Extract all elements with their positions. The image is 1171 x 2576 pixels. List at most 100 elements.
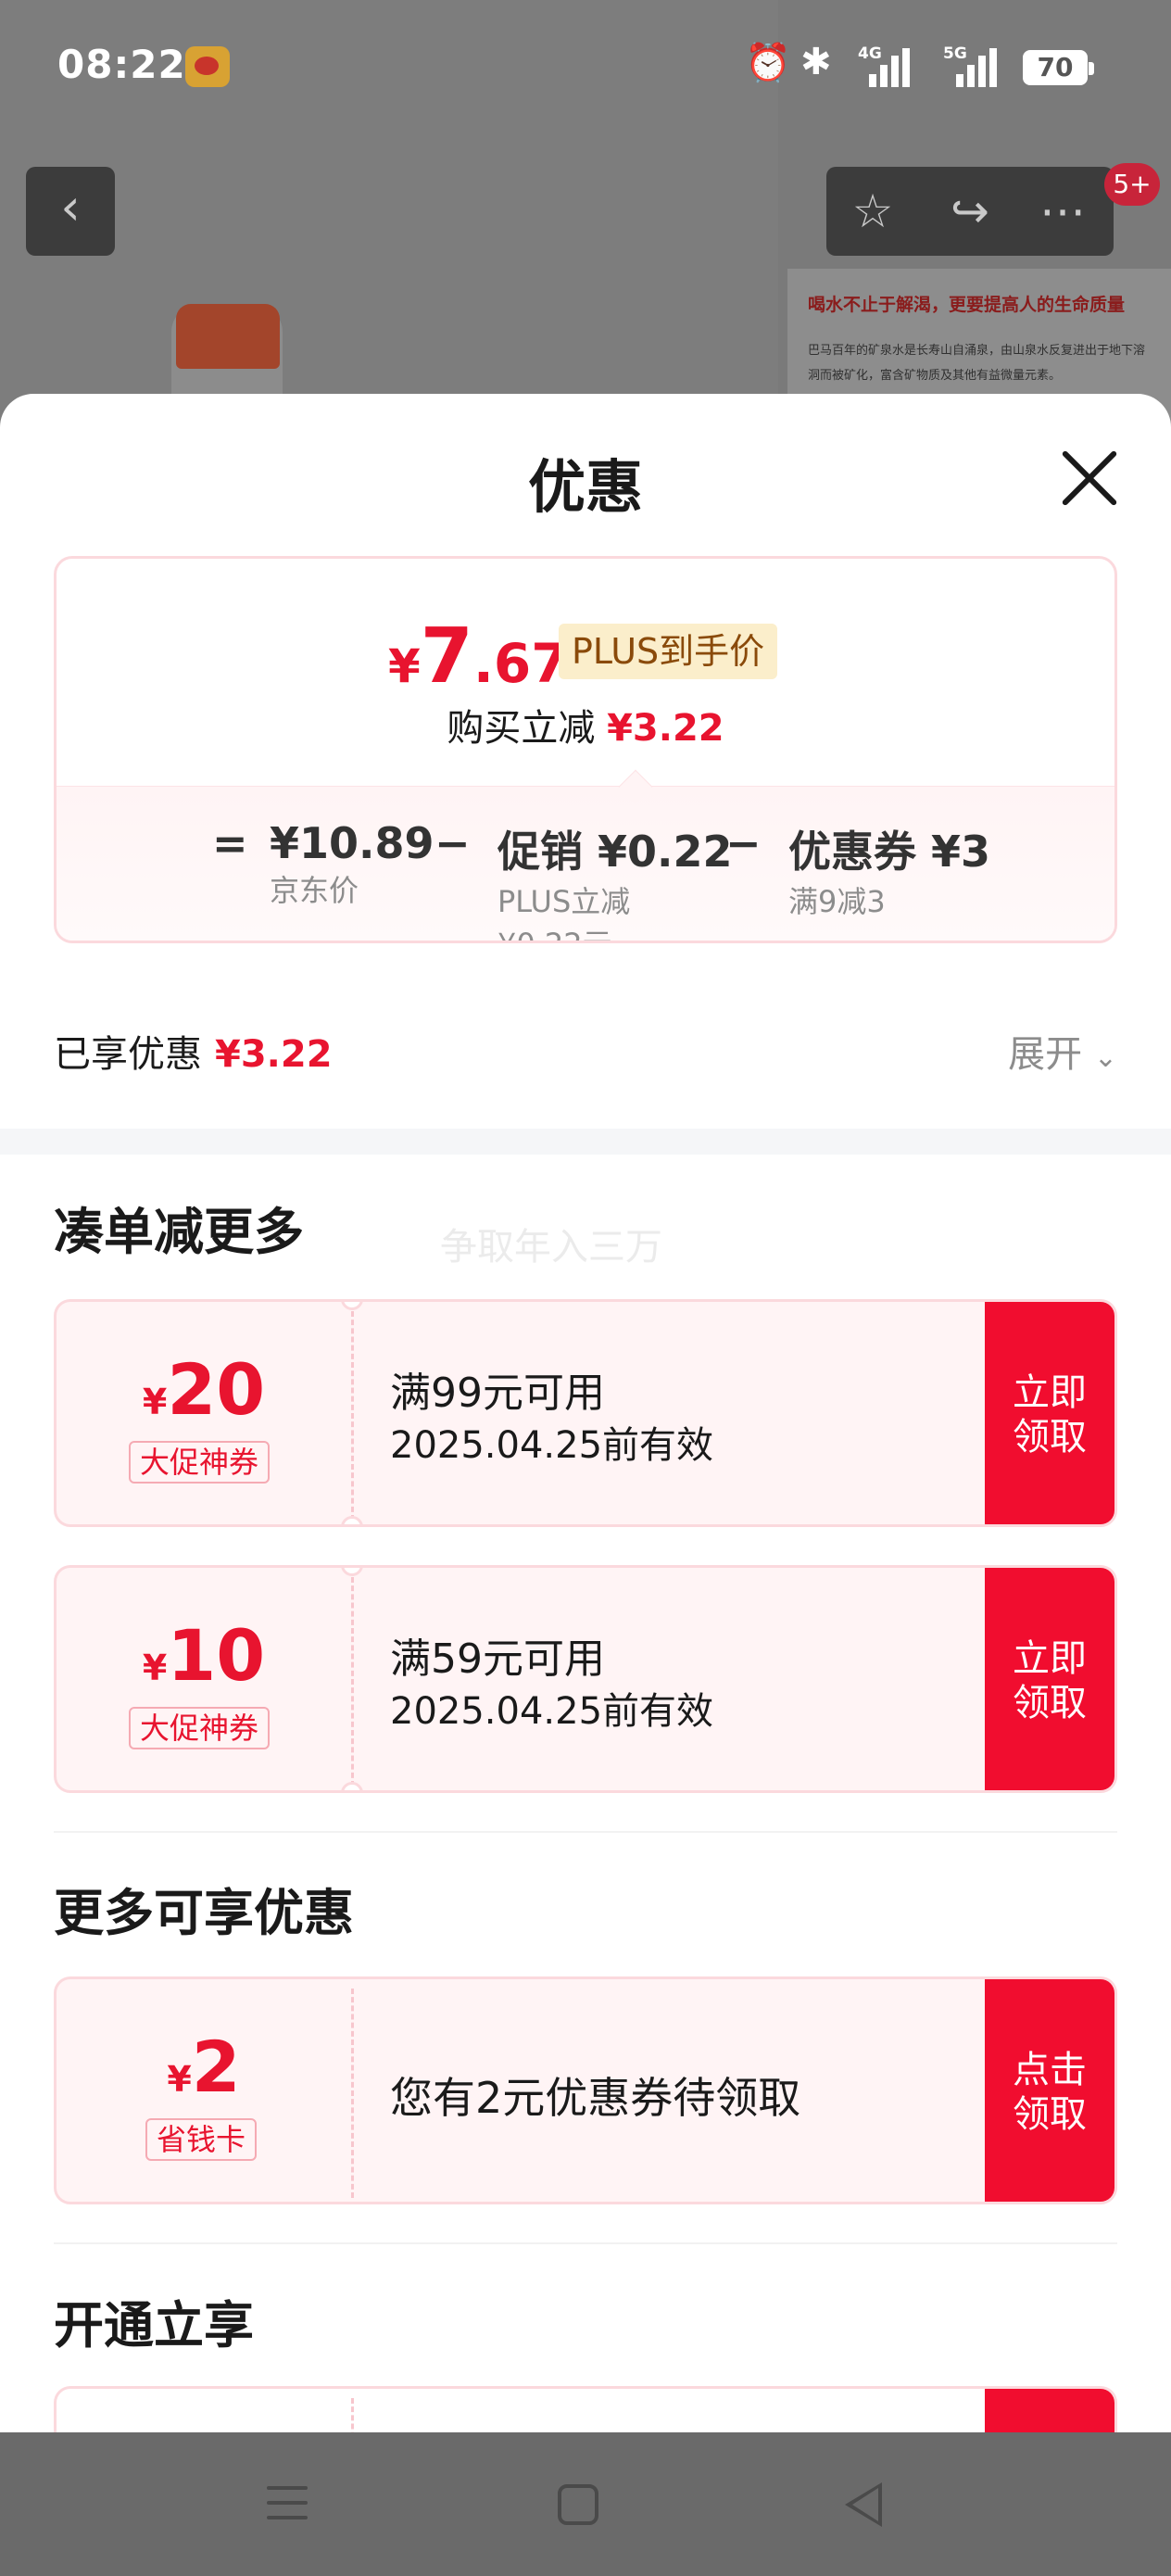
signal-5g-icon: [951, 48, 997, 87]
formula-jd-price: ¥10.89 京东价: [270, 818, 434, 911]
final-price-integer: 7: [420, 612, 473, 701]
plus-price-tag: PLUS到手价: [559, 624, 778, 679]
coupon-amount-value: 20: [167, 1348, 266, 1431]
click-claim-button[interactable]: 点击 领取: [985, 1979, 1114, 2202]
formula-minus-2: −: [725, 818, 762, 868]
claim-label-2: 领取: [1013, 1682, 1087, 1724]
coupon-condition: 满59元可用: [390, 1635, 605, 1683]
membership-card-partial: [54, 2386, 1117, 2432]
ad-title: 喝水不止于解渴，更要提高人的生命质量: [808, 295, 1126, 315]
watermark-text: 争取年入三万: [440, 1226, 662, 1269]
status-time: 08:22: [57, 42, 186, 87]
status-bar: 08:22 ⏰ ✱ 4G 5G 70: [0, 0, 1171, 139]
coupon-type-badge: 大促神券: [129, 1707, 271, 1749]
coupon-type-badge: 大促神券: [129, 1441, 271, 1484]
claim-now-button[interactable]: 立即 领取: [985, 1302, 1114, 1524]
recent-apps-icon[interactable]: [259, 2479, 315, 2531]
section-title-combine: 凑单减更多: [54, 1203, 304, 1261]
final-price: ¥7.67: [388, 612, 569, 701]
coupon-card: ¥10 大促神券 满59元可用 2025.04.25前有效 立即 领取: [54, 1565, 1117, 1793]
coupon-condition: 满99元可用: [390, 1370, 605, 1417]
final-price-currency: ¥: [388, 639, 421, 693]
coupon-currency: ¥: [142, 1648, 168, 1688]
coupon-amount-value: 10: [167, 1614, 266, 1697]
claim-now-button[interactable]: 立即 领取: [985, 1568, 1114, 1790]
share-icon[interactable]: ↪: [924, 167, 1016, 256]
saving-card-coupon: ¥2 省钱卡 您有2元优惠券待领取 点击 领取: [54, 1976, 1117, 2204]
message-badge: 5+: [1104, 163, 1160, 206]
formula-coupon: 优惠券 ¥3 满9减3: [788, 818, 990, 922]
direct-cut-label: 购买立减: [447, 707, 596, 750]
coupon-separator: [351, 2398, 354, 2432]
more-icon[interactable]: ⋯: [1016, 167, 1109, 256]
direct-cut-value: ¥3.22: [607, 707, 724, 750]
coupon-label: 满9减3: [788, 884, 886, 919]
bluetooth-icon: ✱: [800, 41, 832, 83]
jd-price-value: ¥10.89: [270, 818, 434, 868]
coupon-separator: [351, 1311, 354, 1521]
back-triangle-icon[interactable]: [845, 2482, 882, 2527]
promotion-label: PLUS立减: [497, 884, 631, 919]
direct-cut-line: 购买立减 ¥3.22: [57, 698, 1114, 751]
coupon-amount: ¥10: [57, 1614, 351, 1697]
section-divider: [0, 1129, 1171, 1155]
claim-label-2: 领取: [1013, 1416, 1087, 1458]
formula-equals: =: [212, 818, 248, 868]
home-icon[interactable]: [558, 2484, 598, 2525]
coupon-amount-area: ¥10 大促神券: [57, 1568, 351, 1790]
coupon-amount: ¥2: [57, 2026, 351, 2108]
price-breakdown-card: ¥7.67 PLUS到手价 购买立减 ¥3.22 = ¥10.89 京东价 − …: [54, 556, 1117, 943]
favorite-star-icon[interactable]: ☆: [826, 167, 919, 256]
claim-label-1: 立即: [1013, 1371, 1087, 1414]
ad-body: 巴马百年的矿泉水是长寿山自涌泉，由山泉水反复进出于地下溶洞而被矿化，富含矿物质及…: [808, 344, 1146, 383]
back-button[interactable]: ‹: [26, 167, 115, 256]
weibo-notification-icon: [185, 46, 230, 87]
chevron-left-icon: ‹: [60, 178, 81, 236]
coupon-amount-value: 2: [191, 2026, 241, 2108]
coupon-validity: 2025.04.25前有效: [390, 1424, 714, 1467]
close-icon[interactable]: [1056, 445, 1123, 511]
coupon-currency: ¥: [167, 2059, 192, 2100]
coupon-currency: ¥: [142, 1382, 168, 1422]
coupon-amount-area: ¥2 省钱卡: [57, 1979, 351, 2202]
section-title-more: 更多可享优惠: [54, 1884, 354, 1942]
claim-label-2: 领取: [1013, 2093, 1087, 2136]
promotion-label-amount: ¥0.22元: [497, 924, 733, 941]
promotion-value: 促销 ¥0.22: [497, 827, 733, 877]
expand-label: 展开: [1008, 1033, 1083, 1076]
coupon-separator: [351, 1577, 354, 1787]
navigation-bar: [0, 2432, 1171, 2576]
expand-button[interactable]: 展开 ⌄: [1008, 1024, 1117, 1078]
formula-promotion: 促销 ¥0.22 PLUS立减 ¥0.22元: [497, 818, 733, 941]
section-title-open: 开通立享: [54, 2296, 254, 2355]
alarm-icon: ⏰: [745, 42, 791, 84]
chevron-down-icon: ⌄: [1093, 1042, 1117, 1074]
coupon-value: 优惠券 ¥3: [788, 827, 991, 877]
coupon-notch-bottom: [341, 1782, 363, 1790]
membership-claim-button[interactable]: [985, 2389, 1114, 2432]
signal-4g-icon: [863, 48, 910, 87]
battery-icon: 70: [1023, 50, 1094, 85]
jd-price-label: 京东价: [270, 873, 359, 908]
saving-card-text: 您有2元优惠券待领取: [390, 2073, 801, 2123]
coupon-amount-area: ¥20 大促神券: [57, 1302, 351, 1524]
enjoyed-discount: 已享优惠 ¥3.22: [54, 1024, 333, 1078]
section-divider-line: [54, 2242, 1117, 2244]
coupon-amount: ¥20: [57, 1348, 351, 1431]
product-bottle-cap: [176, 304, 280, 369]
claim-label-1: 立即: [1013, 1637, 1087, 1680]
coupon-separator: [351, 1989, 354, 2198]
coupon-notch-bottom: [341, 1516, 363, 1524]
formula-minus-1: −: [434, 818, 471, 868]
section-divider-line: [54, 1831, 1117, 1833]
system-icons: ⏰ ✱ 4G 5G 70: [745, 37, 1171, 96]
sheet-title: 优惠: [527, 453, 643, 521]
header-action-group: ☆ ↪ ⋯: [826, 167, 1114, 256]
coupon-card: ¥20 大促神券 满99元可用 2025.04.25前有效 立即 领取: [54, 1299, 1117, 1527]
claim-label-1: 点击: [1013, 2049, 1087, 2091]
final-price-decimal: .67: [472, 632, 569, 695]
enjoyed-label: 已享优惠: [54, 1033, 202, 1076]
coupon-type-badge: 省钱卡: [145, 2118, 258, 2161]
enjoyed-value: ¥3.22: [215, 1033, 333, 1076]
coupon-validity: 2025.04.25前有效: [390, 1690, 714, 1733]
